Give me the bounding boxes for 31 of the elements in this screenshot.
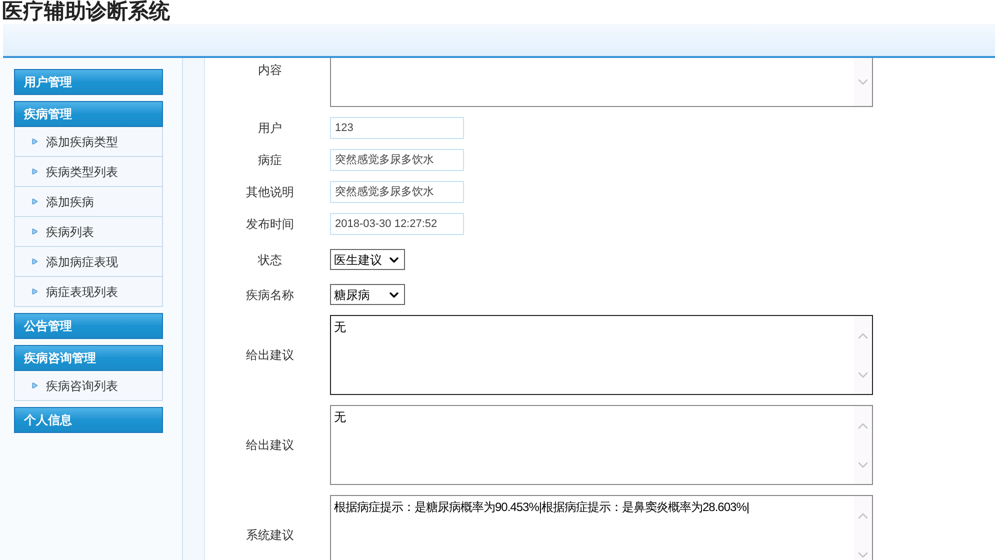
text-field[interactable]: 2018-03-30 12:27:52 bbox=[330, 213, 464, 235]
triangle-icon bbox=[31, 138, 38, 145]
app-title: 医疗辅助诊断系统 bbox=[1, 0, 170, 24]
dropdown[interactable]: 医生建议 bbox=[330, 249, 405, 270]
text-area-text: 根据病症提示：是糖尿病概率为90.453%|根据病症提示：是鼻窦炎概率为28.603%| bbox=[334, 500, 749, 514]
field-label: 用户 bbox=[257, 120, 283, 137]
triangle-icon bbox=[31, 228, 38, 235]
field-label: 给出建议 bbox=[245, 437, 295, 454]
triangle-icon bbox=[31, 288, 38, 295]
field-label: 给出建议 bbox=[245, 347, 295, 364]
field-label: 系统建议 bbox=[245, 527, 295, 544]
field-label: 其他说明 bbox=[245, 184, 295, 201]
field-label: 发布时间 bbox=[245, 216, 295, 233]
text-area-text: 无 bbox=[334, 410, 346, 424]
field-label: 病症 bbox=[257, 152, 283, 169]
text-field[interactable]: 123 bbox=[330, 117, 464, 139]
text-area[interactable] bbox=[330, 58, 873, 107]
field-label: 状态 bbox=[257, 252, 283, 268]
triangle-icon bbox=[31, 382, 38, 389]
dropdown[interactable]: 糖尿病 bbox=[330, 284, 405, 305]
triangle-icon bbox=[31, 198, 38, 205]
text-field[interactable]: 突然感觉多尿多饮水 bbox=[330, 181, 464, 203]
field-label: 疾病名称 bbox=[245, 286, 295, 304]
text-area[interactable]: 无 bbox=[330, 405, 873, 485]
text-area[interactable]: 根据病症提示：是糖尿病概率为90.453%|根据病症提示：是鼻窦炎概率为28.603%| bbox=[330, 495, 873, 560]
text-area-text: 无 bbox=[334, 320, 346, 334]
triangle-icon bbox=[31, 258, 38, 265]
field-label: 内容 bbox=[257, 62, 283, 79]
text-area[interactable]: 无 bbox=[330, 315, 873, 395]
text-field[interactable]: 突然感觉多尿多饮水 bbox=[330, 149, 464, 171]
triangle-icon bbox=[31, 168, 38, 175]
